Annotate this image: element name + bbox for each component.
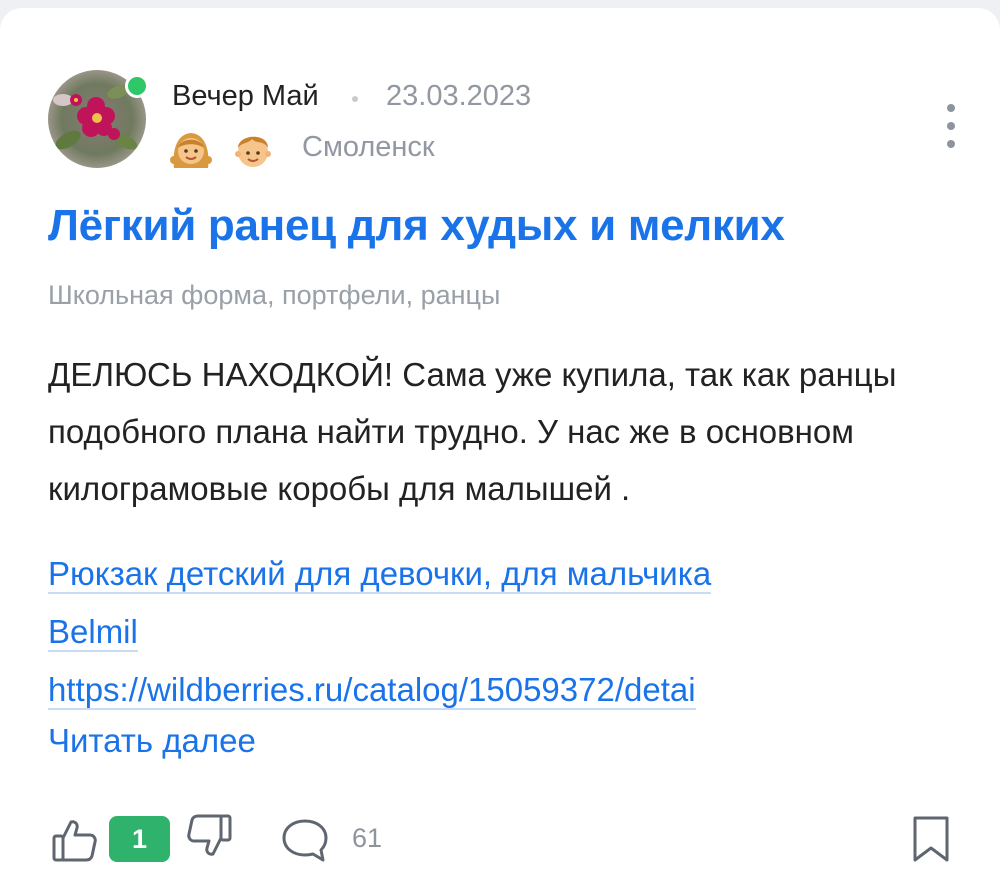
post-card: Вечер Май 23.03.2023 Смоленск Лёгкий ран…	[0, 8, 1000, 891]
author-city: Смоленск	[302, 131, 435, 163]
product-link-line-1[interactable]: Рюкзак детский для девочки, для мальчика	[48, 555, 712, 594]
post-title[interactable]: Лёгкий ранец для худых и мелких	[48, 201, 785, 251]
boy-icon	[230, 126, 276, 172]
author-avatar-container[interactable]	[48, 70, 149, 170]
post-body: ДЕЛЮСЬ НАХОДКОЙ! Сама уже купила, так ка…	[48, 356, 897, 507]
thumbs-down-icon[interactable]	[186, 812, 234, 860]
author-name[interactable]: Вечер Май	[172, 80, 319, 113]
comment-count: 61	[352, 823, 383, 853]
separator-dot	[352, 96, 358, 102]
rating-score-badge: 1	[109, 816, 170, 862]
post-category[interactable]: Школьная форма, портфели, ранцы	[48, 280, 500, 311]
product-link-line-2[interactable]: Belmil	[48, 613, 138, 652]
online-indicator	[125, 74, 149, 98]
bookmark-icon[interactable]	[910, 814, 952, 864]
girl-icon	[168, 126, 214, 172]
product-link-url[interactable]: https://wildberries.ru/catalog/15059372/…	[48, 671, 696, 710]
read-more-link[interactable]: Читать далее	[48, 722, 256, 760]
post-date: 23.03.2023	[386, 80, 532, 112]
product-link[interactable]: Рюкзак детский для девочки, для мальчика…	[48, 545, 948, 719]
more-vertical-icon[interactable]	[938, 104, 964, 150]
thumbs-up-icon[interactable]	[50, 816, 98, 864]
comment-bubble-icon[interactable]	[280, 816, 330, 864]
